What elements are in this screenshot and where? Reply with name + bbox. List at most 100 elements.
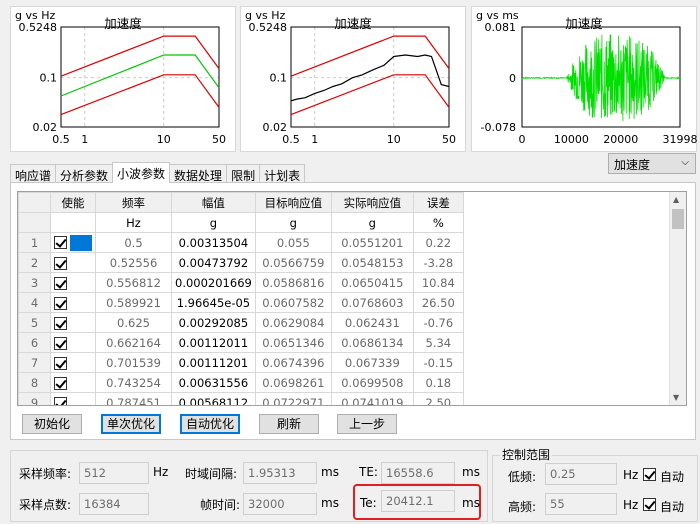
enable-checkbox[interactable] bbox=[54, 356, 67, 370]
display-type-select[interactable]: 加速度 ⌵ bbox=[608, 153, 696, 174]
enable-checkbox[interactable] bbox=[54, 276, 67, 290]
col-header-amplitude[interactable]: 幅值 bbox=[171, 192, 256, 213]
table-row[interactable]: 1 0.5 0.00313504 0.055 0.0551201 0.22 bbox=[18, 232, 464, 253]
target-response-cell[interactable]: 0.0698261 bbox=[254, 372, 332, 393]
frequency-cell[interactable]: 0.556812 bbox=[95, 272, 172, 293]
frequency-cell[interactable]: 0.743254 bbox=[95, 372, 172, 393]
enable-cell[interactable] bbox=[50, 232, 96, 253]
target-response-cell[interactable]: 0.0722971 bbox=[254, 392, 332, 405]
frame-time-field[interactable]: 32000 bbox=[243, 493, 317, 515]
frequency-cell[interactable]: 0.662164 bbox=[95, 332, 172, 353]
actual-response-cell[interactable]: 0.0650415 bbox=[330, 272, 414, 293]
enable-checkbox[interactable] bbox=[54, 396, 67, 405]
high-freq-auto-checkbox[interactable] bbox=[643, 498, 656, 511]
sample-rate-field[interactable]: 512 bbox=[79, 462, 149, 484]
enable-cell[interactable] bbox=[50, 372, 96, 393]
te2-field[interactable]: 20412.1 bbox=[381, 490, 455, 512]
amplitude-cell[interactable]: 0.00292085 bbox=[171, 312, 256, 333]
target-response-cell[interactable]: 0.0629084 bbox=[254, 312, 332, 333]
target-response-cell[interactable]: 0.0586816 bbox=[254, 272, 332, 293]
actual-response-cell[interactable]: 0.062431 bbox=[330, 312, 414, 333]
enable-cell[interactable] bbox=[50, 292, 96, 313]
enable-cell[interactable] bbox=[50, 332, 96, 353]
amplitude-cell[interactable]: 1.96645e-05 bbox=[171, 292, 256, 313]
init-button[interactable]: 初始化 bbox=[22, 414, 82, 434]
sample-points-field[interactable]: 16384 bbox=[79, 493, 149, 515]
enable-cell[interactable] bbox=[50, 352, 96, 373]
low-freq-auto-checkbox[interactable] bbox=[643, 468, 656, 481]
tab-limits[interactable]: 限制 bbox=[226, 164, 261, 183]
single-optimize-button[interactable]: 单次优化 bbox=[101, 414, 161, 434]
auto-optimize-button[interactable]: 自动优化 bbox=[180, 414, 240, 434]
error-cell[interactable]: -0.76 bbox=[412, 312, 464, 333]
error-cell[interactable]: 10.84 bbox=[412, 272, 464, 293]
enable-checkbox[interactable] bbox=[54, 296, 67, 310]
error-cell[interactable]: 5.34 bbox=[412, 332, 464, 353]
frequency-cell[interactable]: 0.589921 bbox=[95, 292, 172, 313]
amplitude-cell[interactable]: 0.00313504 bbox=[171, 232, 256, 253]
target-response-cell[interactable]: 0.0651346 bbox=[254, 332, 332, 353]
table-row[interactable]: 6 0.662164 0.00112011 0.0651346 0.0686134 5.3… bbox=[18, 332, 464, 353]
frequency-cell[interactable]: 0.5 bbox=[95, 232, 172, 253]
actual-response-cell[interactable]: 0.0548153 bbox=[330, 252, 414, 273]
enable-checkbox[interactable] bbox=[54, 316, 67, 330]
enable-cell[interactable] bbox=[50, 312, 96, 333]
table-row[interactable]: 3 0.556812 0.000201669 0.0586816 0.0650415 10… bbox=[18, 272, 464, 293]
amplitude-cell[interactable]: 0.00473792 bbox=[171, 252, 256, 273]
enable-checkbox[interactable] bbox=[54, 236, 67, 249]
col-header-error[interactable]: 误差 bbox=[412, 192, 464, 213]
col-header-actual-response[interactable]: 实际响应值 bbox=[330, 192, 414, 213]
enable-checkbox[interactable] bbox=[54, 336, 67, 350]
actual-response-cell[interactable]: 0.0686134 bbox=[330, 332, 414, 353]
table-row[interactable]: 8 0.743254 0.00631556 0.0698261 0.0699508 0.1… bbox=[18, 372, 464, 393]
enable-checkbox[interactable] bbox=[54, 256, 67, 270]
prev-step-button[interactable]: 上一步 bbox=[337, 414, 397, 434]
table-row[interactable]: 5 0.625 0.00292085 0.0629084 0.062431 -0.76 bbox=[18, 312, 464, 333]
error-cell[interactable]: -0.15 bbox=[412, 352, 464, 373]
error-cell[interactable]: 0.22 bbox=[412, 232, 464, 253]
amplitude-cell[interactable]: 0.00111201 bbox=[171, 352, 256, 373]
frequency-cell[interactable]: 0.701539 bbox=[95, 352, 172, 373]
enable-cell[interactable] bbox=[50, 272, 96, 293]
actual-response-cell[interactable]: 0.0768603 bbox=[330, 292, 414, 313]
table-row[interactable]: 4 0.589921 1.96645e-05 0.0607582 0.0768603 26… bbox=[18, 292, 464, 313]
amplitude-cell[interactable]: 0.00568112 bbox=[171, 392, 256, 405]
table-row[interactable]: 9 0.787451 0.00568112 0.0722971 0.0741019 2.5… bbox=[18, 392, 464, 405]
table-row[interactable]: 7 0.701539 0.00111201 0.0674396 0.067339 -0.1… bbox=[18, 352, 464, 373]
enable-checkbox[interactable] bbox=[54, 376, 67, 390]
scroll-up-icon[interactable]: ▲ bbox=[673, 195, 679, 204]
amplitude-cell[interactable]: 0.000201669 bbox=[171, 272, 256, 293]
actual-response-cell[interactable]: 0.067339 bbox=[330, 352, 414, 373]
frequency-cell[interactable]: 0.52556 bbox=[95, 252, 172, 273]
error-cell[interactable]: 2.50 bbox=[412, 392, 464, 405]
target-response-cell[interactable]: 0.0607582 bbox=[254, 292, 332, 313]
scroll-thumb[interactable] bbox=[672, 209, 684, 229]
table-vertical-scrollbar[interactable]: ▲ ▼ bbox=[669, 192, 686, 405]
refresh-button[interactable]: 刷新 bbox=[259, 414, 319, 434]
tab-response-spectrum[interactable]: 响应谱 bbox=[10, 164, 57, 183]
low-freq-field[interactable]: 0.25 bbox=[545, 463, 617, 485]
actual-response-cell[interactable]: 0.0741019 bbox=[330, 392, 414, 405]
col-header-frequency[interactable]: 频率 bbox=[95, 192, 172, 213]
target-response-cell[interactable]: 0.0674396 bbox=[254, 352, 332, 373]
high-freq-field[interactable]: 55 bbox=[545, 493, 617, 515]
actual-response-cell[interactable]: 0.0699508 bbox=[330, 372, 414, 393]
tab-wavelet-params[interactable]: 小波参数 bbox=[112, 162, 171, 183]
te-field[interactable]: 16558.6 bbox=[381, 462, 455, 484]
frequency-cell[interactable]: 0.787451 bbox=[95, 392, 172, 405]
enable-cell[interactable] bbox=[50, 392, 96, 405]
tab-analysis-params[interactable]: 分析参数 bbox=[55, 164, 114, 183]
col-header-target-response[interactable]: 目标响应值 bbox=[254, 192, 332, 213]
target-response-cell[interactable]: 0.055 bbox=[254, 232, 332, 253]
target-response-cell[interactable]: 0.0566759 bbox=[254, 252, 332, 273]
enable-cell[interactable] bbox=[50, 252, 96, 273]
error-cell[interactable]: 0.18 bbox=[412, 372, 464, 393]
scroll-down-icon[interactable]: ▼ bbox=[673, 393, 679, 402]
amplitude-cell[interactable]: 0.00112011 bbox=[171, 332, 256, 353]
error-cell[interactable]: 26.50 bbox=[412, 292, 464, 313]
frequency-cell[interactable]: 0.625 bbox=[95, 312, 172, 333]
actual-response-cell[interactable]: 0.0551201 bbox=[330, 232, 414, 253]
col-header-enable[interactable]: 使能 bbox=[50, 192, 96, 213]
tab-schedule[interactable]: 计划表 bbox=[259, 164, 306, 183]
amplitude-cell[interactable]: 0.00631556 bbox=[171, 372, 256, 393]
